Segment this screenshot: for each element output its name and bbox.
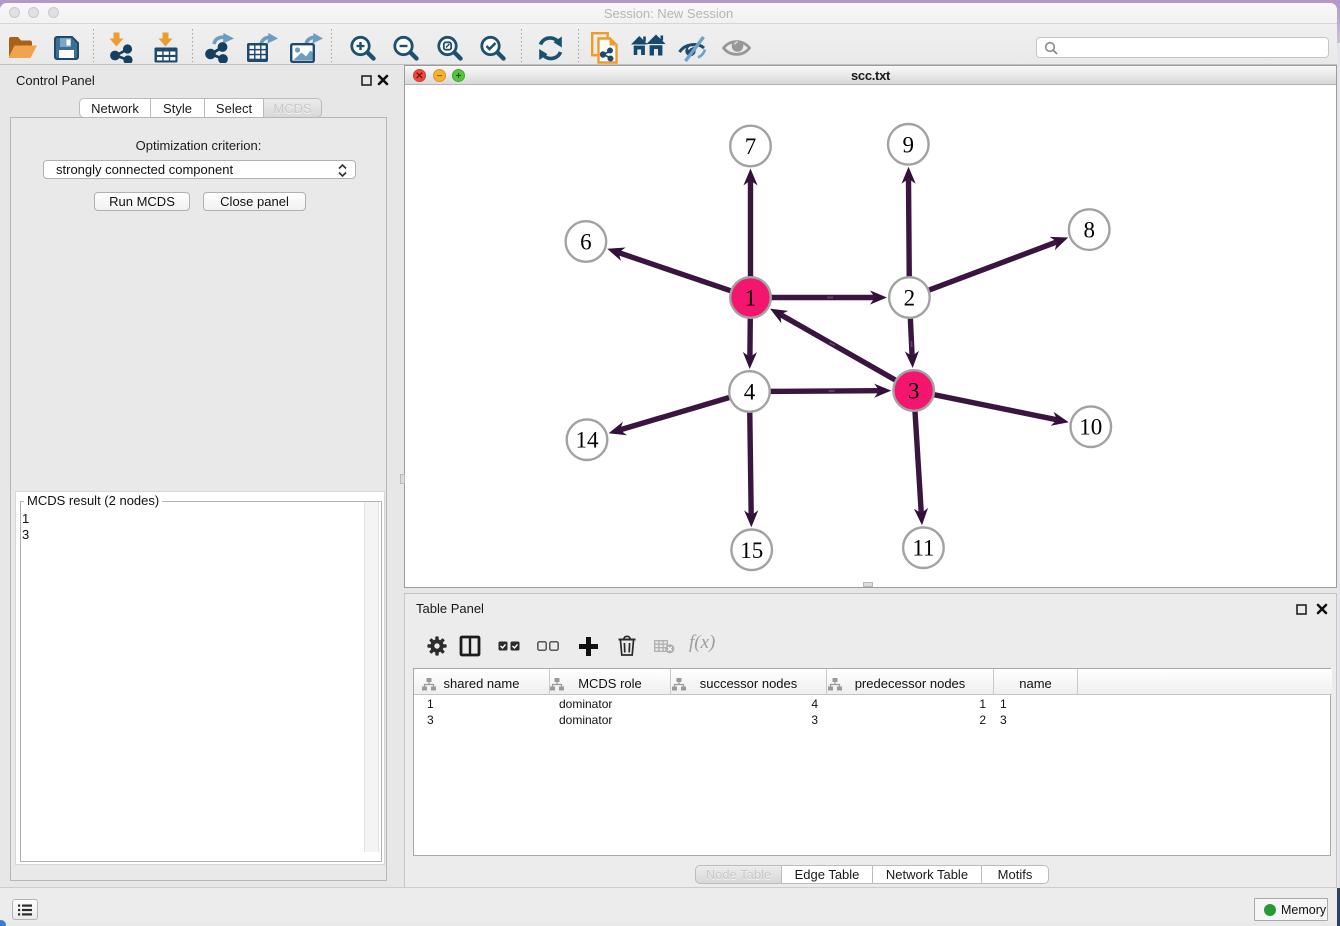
svg-text:9: 9 (903, 132, 915, 157)
svg-text:6: 6 (580, 230, 592, 255)
svg-text:8: 8 (1083, 218, 1095, 243)
svg-text:14: 14 (576, 428, 600, 453)
svg-text:4: 4 (744, 380, 756, 405)
svg-text:3: 3 (908, 379, 920, 404)
svg-text:10: 10 (1079, 415, 1102, 440)
svg-text:2: 2 (904, 286, 916, 311)
svg-text:11: 11 (912, 536, 934, 561)
svg-text:15: 15 (740, 538, 763, 563)
svg-text:7: 7 (745, 134, 757, 159)
svg-text:1: 1 (745, 286, 757, 311)
